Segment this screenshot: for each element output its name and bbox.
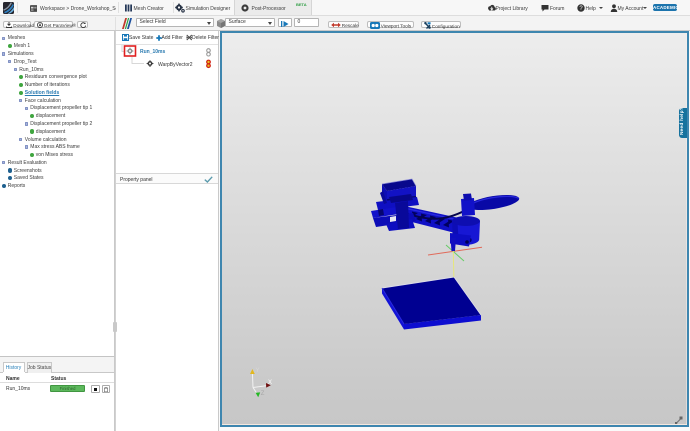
svg-text:X: X <box>268 380 272 386</box>
svg-text:Z: Z <box>261 391 265 397</box>
svg-text:Y: Y <box>256 368 260 374</box>
